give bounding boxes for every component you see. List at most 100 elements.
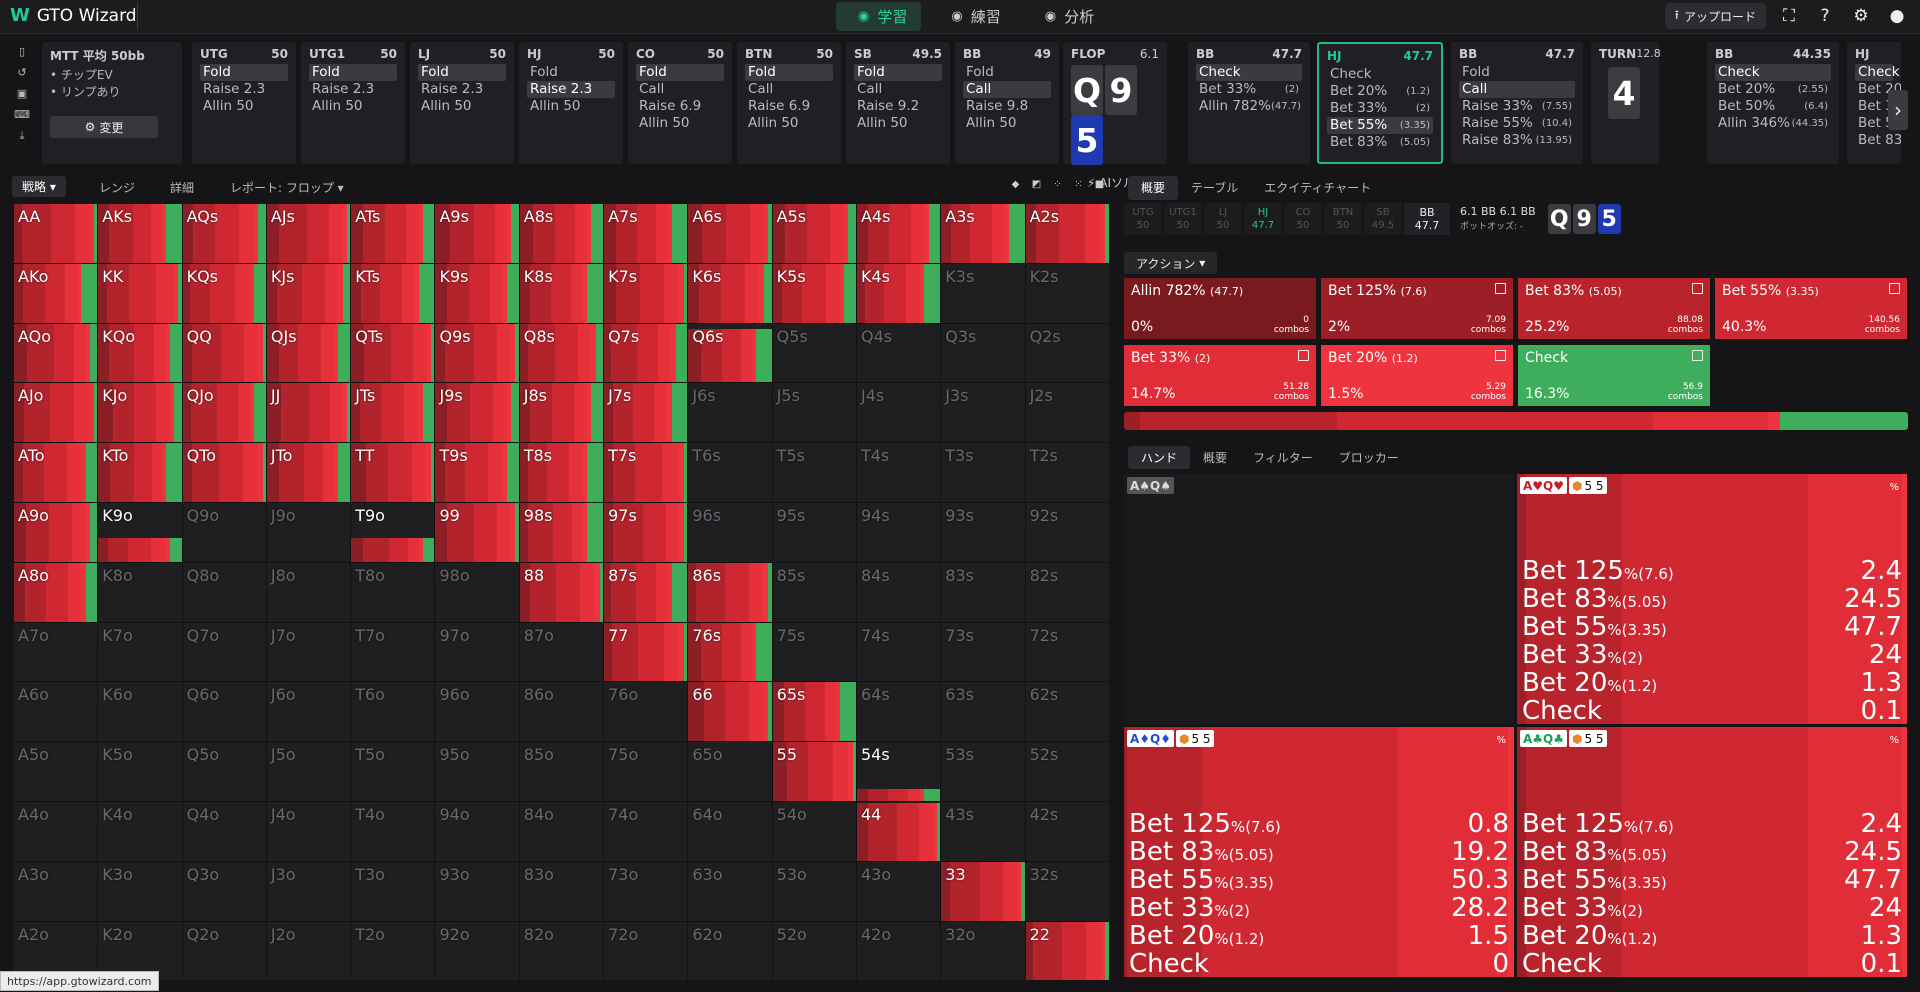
action-option[interactable]: Raise 6.9 [636, 98, 724, 115]
actions-dropdown[interactable]: アクション ▾ [1124, 252, 1217, 274]
hand-cell[interactable]: J3s [941, 383, 1024, 442]
hand-cell[interactable]: 64o [688, 802, 771, 861]
hand-cell[interactable]: 54s [857, 742, 940, 801]
tab-overview-1[interactable]: テーブル [1178, 176, 1251, 200]
action-option[interactable]: Bet 50%(6.4) [1715, 98, 1831, 115]
action-option[interactable]: Raise 6.9 [745, 98, 833, 115]
hand-cell[interactable]: 85o [520, 742, 603, 801]
hand-cell[interactable]: AJo [14, 383, 97, 442]
action-option[interactable]: Raise 33%(7.55) [1459, 98, 1575, 115]
hand-cell[interactable]: 32s [1026, 862, 1109, 921]
hand-cell[interactable]: 74s [857, 623, 940, 682]
hand-cell[interactable]: 64s [857, 682, 940, 741]
action-option[interactable]: Bet 20%(2.55) [1715, 81, 1831, 98]
hand-cell[interactable]: Q5s [773, 324, 856, 383]
hand-cell[interactable]: 65o [688, 742, 771, 801]
hand-cell[interactable]: J9o [267, 503, 350, 562]
hand-cell[interactable]: K8o [98, 563, 181, 622]
tab-overview-0[interactable]: 概要 [1128, 176, 1178, 200]
hand-cell[interactable]: K4s [857, 264, 940, 323]
seat-panel-bb[interactable]: BB49FoldCallRaise 9.8Allin 50 [955, 42, 1059, 164]
hand-cell[interactable]: 52s [1026, 742, 1109, 801]
hand-cell[interactable]: 32o [941, 922, 1024, 981]
position-cell[interactable]: HJ47.7 [1244, 203, 1282, 235]
action-option[interactable]: Fold [418, 64, 506, 81]
seat-panel-co[interactable]: CO50FoldCallRaise 6.9Allin 50 [628, 42, 732, 164]
hand-cell[interactable]: 72o [604, 922, 687, 981]
hand-cell[interactable]: T2o [351, 922, 434, 981]
combo-cell[interactable]: A♥Q♥⬢5 5%Bet 125%(7.6)2.4Bet 83%(5.05)24… [1517, 474, 1907, 724]
action-option[interactable]: Fold [1459, 64, 1575, 81]
hand-cell[interactable]: J4o [267, 802, 350, 861]
action-option[interactable]: Allin 50 [745, 115, 833, 132]
action-card[interactable]: Bet 55% (3.35)40.3%140.56combos [1715, 278, 1907, 339]
hand-cell[interactable]: J2o [267, 922, 350, 981]
details-icon[interactable] [1889, 283, 1900, 294]
hand-cell[interactable]: A8s [520, 204, 603, 263]
hand-cell[interactable]: 66 [688, 682, 771, 741]
hand-cell[interactable]: A3o [14, 862, 97, 921]
action-option[interactable]: Fold [527, 64, 615, 81]
hand-cell[interactable]: J4s [857, 383, 940, 442]
hand-cell[interactable]: 95s [773, 503, 856, 562]
action-option[interactable]: Call [963, 81, 1051, 98]
hand-cell[interactable]: J6s [688, 383, 771, 442]
hand-cell[interactable]: 43s [941, 802, 1024, 861]
hand-cell[interactable]: 86s [688, 563, 771, 622]
hand-cell[interactable]: K7o [98, 623, 181, 682]
hand-cell[interactable]: 62s [1026, 682, 1109, 741]
hand-cell[interactable]: J5o [267, 742, 350, 801]
hand-cell[interactable]: K3s [941, 264, 1024, 323]
action-option[interactable]: Allin 50 [200, 98, 288, 115]
hand-cell[interactable]: 52o [773, 922, 856, 981]
hand-cell[interactable]: 53o [773, 862, 856, 921]
seat-panel-sb[interactable]: SB49.5FoldCallRaise 9.2Allin 50 [846, 42, 950, 164]
action-option[interactable]: Bet 83 [1855, 132, 1893, 149]
hand-cell[interactable]: K9o [98, 503, 181, 562]
hand-cell[interactable]: 97o [435, 623, 518, 682]
hand-cell[interactable]: QJo [183, 383, 266, 442]
tab-hand-2[interactable]: フィルター [1240, 446, 1326, 469]
hand-cell[interactable]: A5s [773, 204, 856, 263]
hand-cell[interactable]: J9s [435, 383, 518, 442]
action-option[interactable]: Call [1459, 81, 1575, 98]
hand-cell[interactable]: J6o [267, 682, 350, 741]
action-option[interactable]: Call [745, 81, 833, 98]
hand-cell[interactable]: 93s [941, 503, 1024, 562]
hand-cell[interactable]: A5o [14, 742, 97, 801]
hand-cell[interactable]: 86o [520, 682, 603, 741]
hand-cell[interactable]: T4o [351, 802, 434, 861]
hand-cell[interactable]: Q5o [183, 742, 266, 801]
hand-cell[interactable]: AKs [98, 204, 181, 263]
details-icon[interactable] [1692, 350, 1703, 361]
hand-cell[interactable]: 83o [520, 862, 603, 921]
action-option[interactable]: Raise 9.8 [963, 98, 1051, 115]
tab-hand-3[interactable]: ブロッカー [1326, 446, 1412, 469]
hand-cell[interactable]: 73s [941, 623, 1024, 682]
action-option[interactable]: Allin 50 [854, 115, 942, 132]
hand-cell[interactable]: K4o [98, 802, 181, 861]
bookmark-icon[interactable]: ▯ [19, 45, 25, 58]
logo[interactable]: WGTO Wizard [10, 5, 137, 26]
tab-hand-1[interactable]: 概要 [1190, 446, 1240, 469]
action-option[interactable]: Fold [745, 64, 833, 81]
hand-cell[interactable]: 65s [773, 682, 856, 741]
action-option[interactable]: Check [1196, 64, 1302, 81]
hand-cell[interactable]: 87o [520, 623, 603, 682]
hand-cell[interactable]: 94o [435, 802, 518, 861]
action-option[interactable]: Allin 50 [527, 98, 615, 115]
hand-cell[interactable]: T7s [604, 443, 687, 502]
hand-cell[interactable]: QQ [183, 324, 266, 383]
hand-cell[interactable]: 33 [941, 862, 1024, 921]
hand-cell[interactable]: Q6o [183, 682, 266, 741]
hand-cell[interactable]: T2s [1026, 443, 1109, 502]
hand-cell[interactable]: J8s [520, 383, 603, 442]
hand-cell[interactable]: J3o [267, 862, 350, 921]
action-option[interactable]: Raise 83%(13.95) [1459, 132, 1575, 149]
action-option[interactable]: Allin 50 [636, 115, 724, 132]
hand-cell[interactable]: Q7s [604, 324, 687, 383]
tab-hand-0[interactable]: ハンド [1128, 446, 1190, 469]
hand-cell[interactable]: T3s [941, 443, 1024, 502]
hand-cell[interactable]: 94s [857, 503, 940, 562]
flop-panel[interactable]: FLOP6.1 Q95 ⚡ AIソルバー [1063, 42, 1167, 164]
